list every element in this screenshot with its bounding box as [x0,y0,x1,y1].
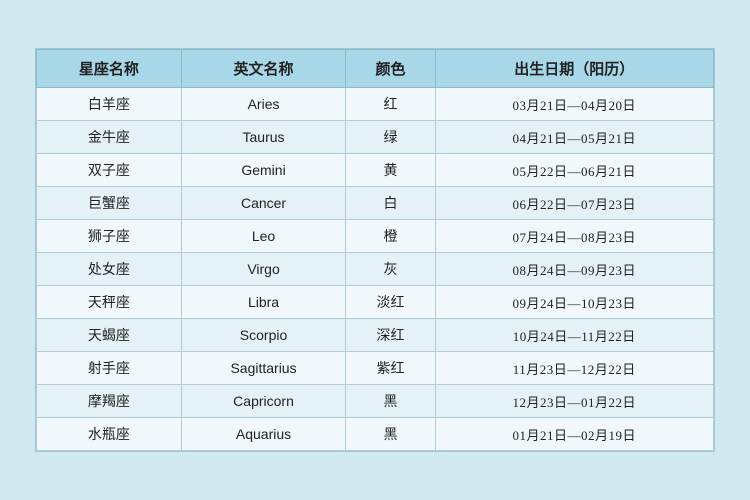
cell-chinese-name: 射手座 [37,352,182,385]
cell-date-range: 03月21日—04月20日 [435,88,713,121]
cell-english-name: Aries [181,88,346,121]
table-header-row: 星座名称 英文名称 颜色 出生日期（阳历） [37,50,714,88]
table-row: 金牛座Taurus绿04月21日—05月21日 [37,121,714,154]
cell-date-range: 07月24日—08月23日 [435,220,713,253]
cell-color: 黑 [346,418,435,451]
cell-english-name: Sagittarius [181,352,346,385]
cell-date-range: 09月24日—10月23日 [435,286,713,319]
cell-color: 紫红 [346,352,435,385]
cell-chinese-name: 金牛座 [37,121,182,154]
cell-date-range: 12月23日—01月22日 [435,385,713,418]
cell-chinese-name: 狮子座 [37,220,182,253]
zodiac-table-container: 星座名称 英文名称 颜色 出生日期（阳历） 白羊座Aries红03月21日—04… [35,48,715,452]
cell-english-name: Taurus [181,121,346,154]
cell-english-name: Virgo [181,253,346,286]
table-row: 双子座Gemini黄05月22日—06月21日 [37,154,714,187]
cell-chinese-name: 白羊座 [37,88,182,121]
cell-color: 深红 [346,319,435,352]
cell-chinese-name: 天秤座 [37,286,182,319]
col-header-color: 颜色 [346,50,435,88]
table-row: 白羊座Aries红03月21日—04月20日 [37,88,714,121]
cell-color: 绿 [346,121,435,154]
cell-date-range: 06月22日—07月23日 [435,187,713,220]
table-row: 天蝎座Scorpio深红10月24日—11月22日 [37,319,714,352]
cell-color: 灰 [346,253,435,286]
zodiac-table: 星座名称 英文名称 颜色 出生日期（阳历） 白羊座Aries红03月21日—04… [36,49,714,451]
cell-date-range: 05月22日—06月21日 [435,154,713,187]
cell-color: 黑 [346,385,435,418]
cell-english-name: Scorpio [181,319,346,352]
cell-english-name: Gemini [181,154,346,187]
cell-english-name: Capricorn [181,385,346,418]
table-body: 白羊座Aries红03月21日—04月20日金牛座Taurus绿04月21日—0… [37,88,714,451]
cell-date-range: 08月24日—09月23日 [435,253,713,286]
cell-english-name: Aquarius [181,418,346,451]
cell-color: 淡红 [346,286,435,319]
cell-date-range: 11月23日—12月22日 [435,352,713,385]
cell-date-range: 01月21日—02月19日 [435,418,713,451]
cell-date-range: 10月24日—11月22日 [435,319,713,352]
table-row: 水瓶座Aquarius黑01月21日—02月19日 [37,418,714,451]
cell-english-name: Leo [181,220,346,253]
table-row: 射手座Sagittarius紫红11月23日—12月22日 [37,352,714,385]
cell-chinese-name: 摩羯座 [37,385,182,418]
cell-english-name: Libra [181,286,346,319]
table-row: 摩羯座Capricorn黑12月23日—01月22日 [37,385,714,418]
cell-chinese-name: 水瓶座 [37,418,182,451]
table-row: 天秤座Libra淡红09月24日—10月23日 [37,286,714,319]
cell-color: 黄 [346,154,435,187]
cell-english-name: Cancer [181,187,346,220]
cell-color: 红 [346,88,435,121]
col-header-chinese: 星座名称 [37,50,182,88]
cell-color: 白 [346,187,435,220]
table-row: 巨蟹座Cancer白06月22日—07月23日 [37,187,714,220]
col-header-dates: 出生日期（阳历） [435,50,713,88]
cell-date-range: 04月21日—05月21日 [435,121,713,154]
cell-chinese-name: 处女座 [37,253,182,286]
cell-chinese-name: 天蝎座 [37,319,182,352]
table-row: 处女座Virgo灰08月24日—09月23日 [37,253,714,286]
table-row: 狮子座Leo橙07月24日—08月23日 [37,220,714,253]
cell-chinese-name: 双子座 [37,154,182,187]
col-header-english: 英文名称 [181,50,346,88]
cell-color: 橙 [346,220,435,253]
cell-chinese-name: 巨蟹座 [37,187,182,220]
